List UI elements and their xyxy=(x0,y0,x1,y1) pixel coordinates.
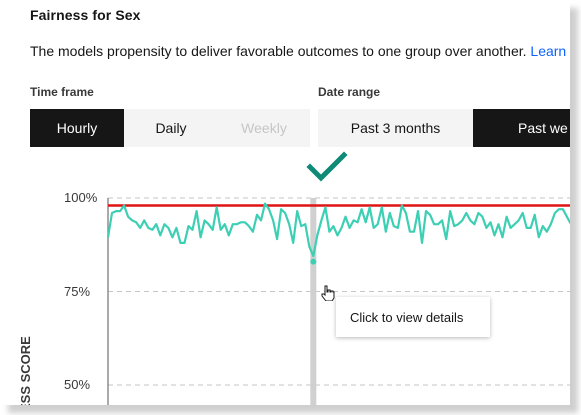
fairness-panel: Fairness for Sex The models propensity t… xyxy=(0,0,570,405)
y-tick-label: 50% xyxy=(64,377,91,392)
chart-grid xyxy=(108,197,570,386)
tooltip-text: Click to view details xyxy=(350,309,464,325)
y-axis-title: ESS SCORE xyxy=(18,336,33,405)
series-line xyxy=(106,202,570,258)
highlight-band[interactable] xyxy=(310,198,317,405)
hand-pointer-icon xyxy=(321,285,335,301)
y-tick-label: 100% xyxy=(64,190,98,205)
highlight-point[interactable] xyxy=(310,258,317,265)
y-tick-label: 75% xyxy=(64,283,91,299)
chart-tooltip: Click to view details xyxy=(336,297,490,337)
